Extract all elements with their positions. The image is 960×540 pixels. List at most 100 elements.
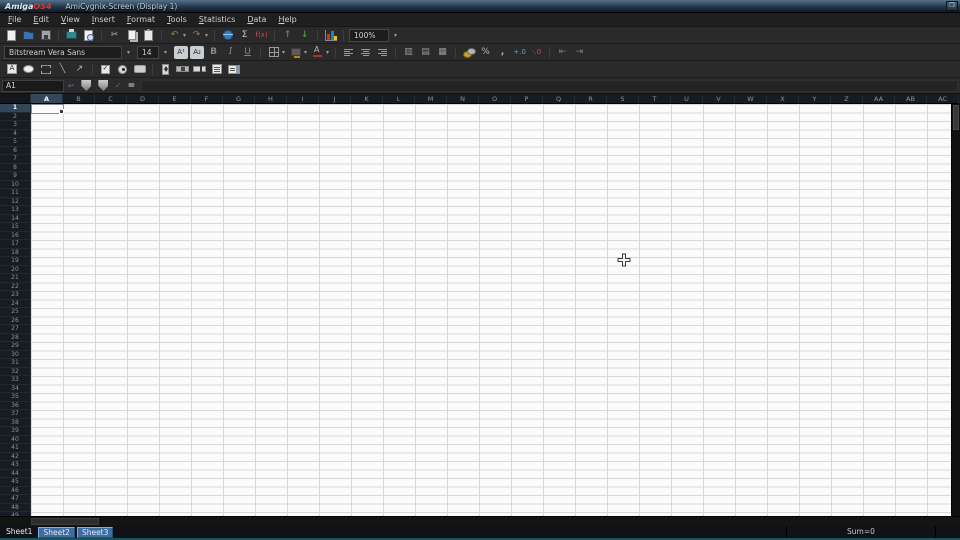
font-name-combo[interactable]: Bitstream Vera Sans	[4, 45, 122, 59]
row-header-22[interactable]: 22	[0, 282, 31, 291]
sheet-tab-sheet2[interactable]: Sheet2	[38, 526, 75, 538]
vertical-scrollbar[interactable]	[951, 104, 960, 516]
row-header-1[interactable]: 1	[0, 104, 31, 113]
zoom-combo[interactable]: 100%	[349, 28, 390, 42]
create-scrollbar-button[interactable]	[175, 62, 190, 77]
row-header-41[interactable]: 41	[0, 444, 31, 453]
column-header-F[interactable]: F	[191, 94, 223, 104]
maximize-button[interactable]: ❐	[946, 1, 958, 11]
row-header-23[interactable]: 23	[0, 291, 31, 300]
row-header-8[interactable]: 8	[0, 163, 31, 172]
column-header-T[interactable]: T	[639, 94, 671, 104]
align-right-button[interactable]	[375, 45, 390, 60]
increase-indent-button[interactable]: ⇥	[572, 45, 587, 60]
row-header-11[interactable]: 11	[0, 189, 31, 198]
menu-format[interactable]: Format	[121, 13, 161, 26]
menu-view[interactable]: View	[55, 13, 86, 26]
column-header-N[interactable]: N	[447, 94, 479, 104]
grid-corner[interactable]	[0, 94, 31, 104]
row-header-34[interactable]: 34	[0, 384, 31, 393]
column-header-Q[interactable]: Q	[543, 94, 575, 104]
row-header-15[interactable]: 15	[0, 223, 31, 232]
row-header-31[interactable]: 31	[0, 359, 31, 368]
row-header-28[interactable]: 28	[0, 333, 31, 342]
column-header-K[interactable]: K	[351, 94, 383, 104]
row-header-42[interactable]: 42	[0, 452, 31, 461]
row-header-47[interactable]: 47	[0, 495, 31, 504]
row-header-7[interactable]: 7	[0, 155, 31, 164]
row-header-48[interactable]: 48	[0, 503, 31, 512]
column-header-H[interactable]: H	[255, 94, 287, 104]
column-header-G[interactable]: G	[223, 94, 255, 104]
copy-button[interactable]	[124, 28, 139, 43]
row-header-40[interactable]: 40	[0, 435, 31, 444]
accept-button[interactable]	[96, 79, 111, 93]
row-header-3[interactable]: 3	[0, 121, 31, 130]
row-header-43[interactable]: 43	[0, 461, 31, 470]
accept-check-icon[interactable]: ✓	[115, 81, 122, 90]
row-header-4[interactable]: 4	[0, 129, 31, 138]
row-header-24[interactable]: 24	[0, 299, 31, 308]
create-ellipse-button[interactable]	[21, 62, 36, 77]
font-size-combo[interactable]: 14	[137, 45, 159, 59]
row-header-29[interactable]: 29	[0, 342, 31, 351]
undo-button[interactable]: ↶	[167, 28, 182, 43]
column-header-AA[interactable]: AA	[863, 94, 895, 104]
row-header-37[interactable]: 37	[0, 410, 31, 419]
format-as-percent-button[interactable]: %	[478, 45, 493, 60]
redo-button[interactable]: ↷	[189, 28, 204, 43]
sort-ascending-button[interactable]: ↑	[280, 28, 295, 43]
menu-tools[interactable]: Tools	[161, 13, 193, 26]
column-header-Y[interactable]: Y	[799, 94, 831, 104]
open-file-button[interactable]	[21, 28, 36, 43]
column-header-C[interactable]: C	[95, 94, 127, 104]
row-header-36[interactable]: 36	[0, 401, 31, 410]
row-header-45[interactable]: 45	[0, 478, 31, 487]
row-header-19[interactable]: 19	[0, 257, 31, 266]
sort-descending-button[interactable]: ↓	[297, 28, 312, 43]
column-header-R[interactable]: R	[575, 94, 607, 104]
insert-chart-button[interactable]	[323, 28, 338, 43]
font-name-combo-dropdown-icon[interactable]: ▾	[123, 49, 134, 56]
column-header-V[interactable]: V	[703, 94, 735, 104]
row-header-38[interactable]: 38	[0, 418, 31, 427]
cell-name-box[interactable]: A1	[2, 79, 64, 92]
column-header-E[interactable]: E	[159, 94, 191, 104]
row-header-6[interactable]: 6	[0, 146, 31, 155]
column-header-AB[interactable]: AB	[895, 94, 927, 104]
font-color-button[interactable]	[310, 45, 325, 60]
superscript-button[interactable]: A¹	[174, 45, 188, 59]
subscript-button[interactable]: A₂	[190, 45, 204, 59]
create-arrow-button[interactable]: ↗	[72, 62, 87, 77]
row-header-17[interactable]: 17	[0, 240, 31, 249]
column-header-X[interactable]: X	[767, 94, 799, 104]
vertical-scrollbar-thumb[interactable]	[953, 105, 959, 130]
italic-button[interactable]: I	[223, 45, 238, 60]
row-header-35[interactable]: 35	[0, 393, 31, 402]
menu-data[interactable]: Data	[241, 13, 272, 26]
merge-cells-button[interactable]: ▤	[418, 45, 433, 60]
row-header-25[interactable]: 25	[0, 308, 31, 317]
create-spinbutton-button[interactable]	[158, 62, 173, 77]
borders-button[interactable]	[266, 45, 281, 60]
menu-insert[interactable]: Insert	[86, 13, 121, 26]
underline-button[interactable]: U	[240, 45, 255, 60]
row-header-18[interactable]: 18	[0, 248, 31, 257]
row-header-9[interactable]: 9	[0, 172, 31, 181]
column-header-S[interactable]: S	[607, 94, 639, 104]
insert-hyperlink-button[interactable]	[220, 28, 235, 43]
cell-area[interactable]	[31, 104, 960, 516]
column-header-D[interactable]: D	[127, 94, 159, 104]
row-header-39[interactable]: 39	[0, 427, 31, 436]
row-header-21[interactable]: 21	[0, 274, 31, 283]
formula-input[interactable]	[141, 79, 958, 92]
center-across-selection-button[interactable]: ▥	[401, 45, 416, 60]
create-line-button[interactable]: ╲	[55, 62, 70, 77]
menu-help[interactable]: Help	[272, 13, 302, 26]
column-header-B[interactable]: B	[63, 94, 95, 104]
function-button[interactable]: f(x)	[254, 28, 269, 43]
cancel-button[interactable]	[79, 79, 94, 93]
increase-precision-button[interactable]: +.0	[512, 45, 527, 60]
print-button[interactable]	[64, 28, 79, 43]
decrease-precision-button[interactable]: -.0	[529, 45, 544, 60]
